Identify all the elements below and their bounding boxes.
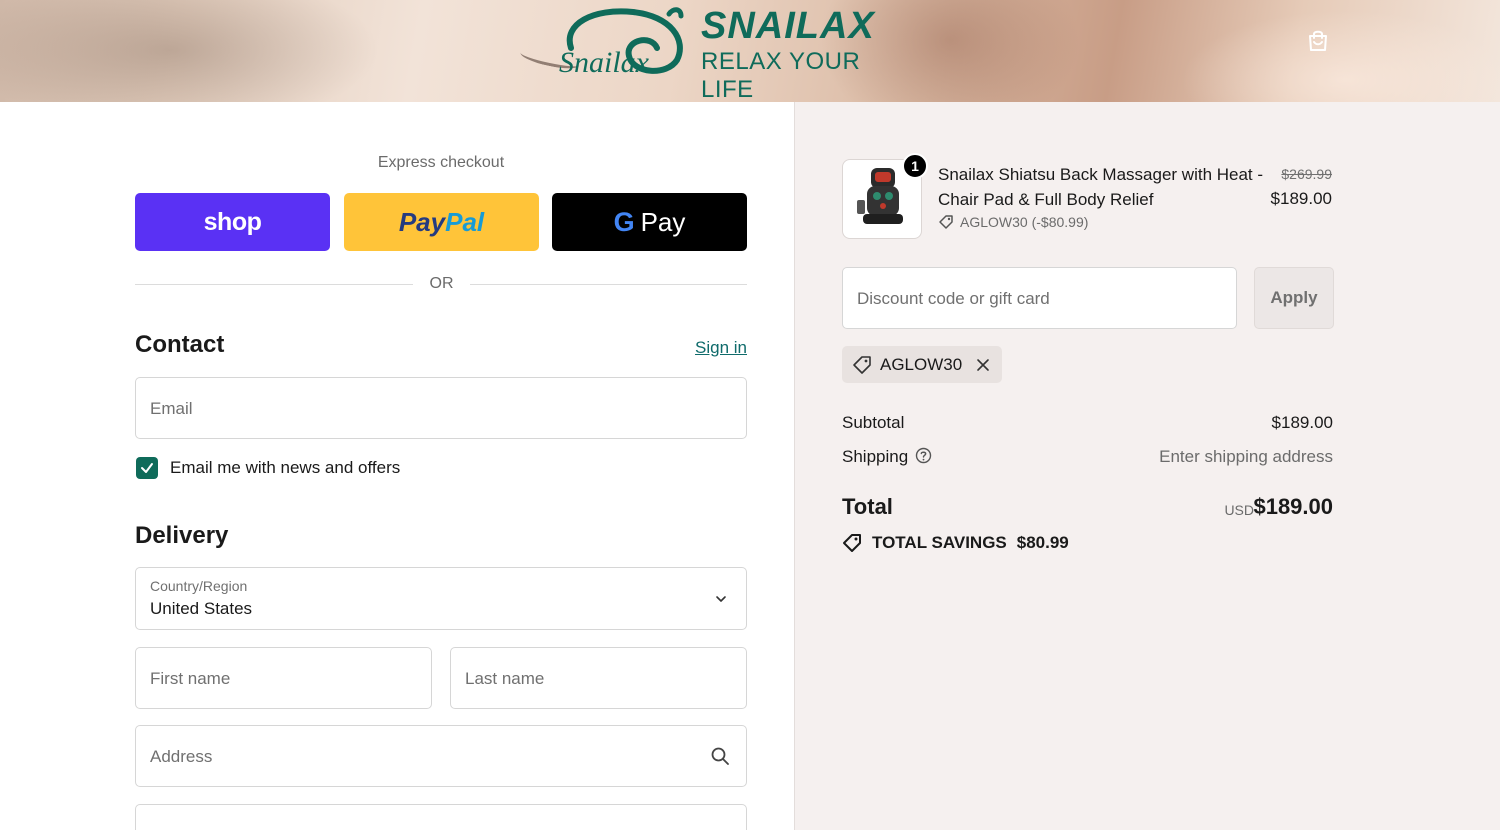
tag-icon (853, 355, 871, 374)
search-icon (711, 747, 729, 765)
country-label: Country/Region (150, 578, 248, 594)
logo-brand-text: SNAILAX (701, 5, 875, 47)
express-checkout-label: Express checkout (377, 154, 505, 171)
logo-tagline-text: RELAX YOUR LIFE (701, 48, 861, 102)
shopping-bag-icon[interactable] (1304, 26, 1332, 54)
first-name-field[interactable]: First name (135, 647, 432, 709)
divider (470, 284, 747, 285)
google-pay-button[interactable]: G Pay (552, 193, 747, 251)
savings-value: $80.99 (1016, 533, 1069, 552)
product-discount-text: AGLOW30 (-$80.99) (960, 214, 1089, 230)
email-field[interactable]: Email (135, 377, 747, 439)
last-name-field[interactable]: Last name (450, 647, 747, 709)
first-name-placeholder: First name (150, 669, 231, 688)
total-savings: TOTAL SAVINGS $80.99 (842, 533, 1069, 553)
delivery-heading: Delivery (135, 522, 229, 549)
discount-code-input[interactable]: Discount code or gift card (842, 267, 1237, 329)
header-banner: Snailax SNAILAX RELAX YOUR LIFE (0, 0, 1500, 102)
original-price: $269.99 (1281, 166, 1332, 182)
applied-discount-chip: AGLOW30 (842, 346, 1003, 383)
applied-code-text: AGLOW30 (880, 354, 963, 374)
banner-image-shade (1180, 10, 1500, 102)
shop-pay-button[interactable]: shop (135, 193, 330, 251)
divider (135, 284, 413, 285)
product-name: Snailax Shiatsu Back Massager with Heat … (938, 165, 1264, 209)
store-logo[interactable]: Snailax SNAILAX RELAX YOUR LIFE (553, 4, 913, 102)
total-value: $189.00 (1253, 494, 1333, 519)
discount-placeholder: Discount code or gift card (857, 289, 1050, 308)
checkmark-icon (141, 463, 153, 473)
snail-logo-icon: Snailax (559, 7, 684, 76)
quantity-badge: 1 (902, 153, 928, 179)
contact-heading: Contact (135, 331, 225, 358)
email-placeholder: Email (150, 399, 193, 418)
subtotal-value: $189.00 (1271, 413, 1333, 432)
shop-pay-label: shop (203, 207, 262, 236)
product-discount: AGLOW30 (-$80.99) (938, 214, 1088, 230)
banner-image-shade (0, 0, 380, 102)
total-label: Total (842, 494, 893, 519)
item-price: $189.00 (1270, 189, 1332, 208)
paypal-button[interactable]: Pay Pal (344, 193, 539, 251)
subtotal-label: Subtotal (842, 413, 905, 432)
newsletter-label: Email me with news and offers (170, 458, 401, 477)
country-value: United States (150, 599, 253, 618)
order-summary: 1 Snailax Shiatsu Back Massager with Hea… (794, 102, 1500, 830)
address-placeholder: Address (150, 747, 213, 766)
sign-in-link[interactable]: Sign in (660, 338, 747, 358)
newsletter-checkbox[interactable] (136, 457, 158, 479)
savings-label: TOTAL SAVINGS (872, 533, 1007, 552)
total-currency: USD (1224, 502, 1254, 518)
chevron-down-icon (716, 596, 726, 602)
country-select[interactable]: Country/Region United States (135, 567, 747, 630)
shipping-value: Enter shipping address (1159, 447, 1333, 466)
tag-icon (939, 215, 953, 229)
address-field[interactable]: Address (135, 725, 747, 787)
apply-button[interactable]: Apply (1254, 267, 1334, 329)
tag-icon (843, 534, 861, 552)
google-g-icon: G (613, 206, 635, 237)
or-label: OR (429, 275, 454, 292)
paypal-label-part2: Pal (445, 206, 485, 237)
google-pay-label: Pay (640, 206, 686, 237)
logo-script-text: Snailax (559, 46, 650, 76)
last-name-placeholder: Last name (465, 669, 545, 688)
checkout-form: Express checkout shop Pay Pal G Pay OR Co… (0, 102, 794, 830)
help-icon[interactable] (915, 447, 932, 464)
remove-discount-icon[interactable] (976, 358, 990, 372)
apartment-field[interactable] (135, 804, 747, 830)
shipping-label: Shipping (842, 447, 909, 466)
paypal-label-part1: Pay (398, 206, 446, 237)
